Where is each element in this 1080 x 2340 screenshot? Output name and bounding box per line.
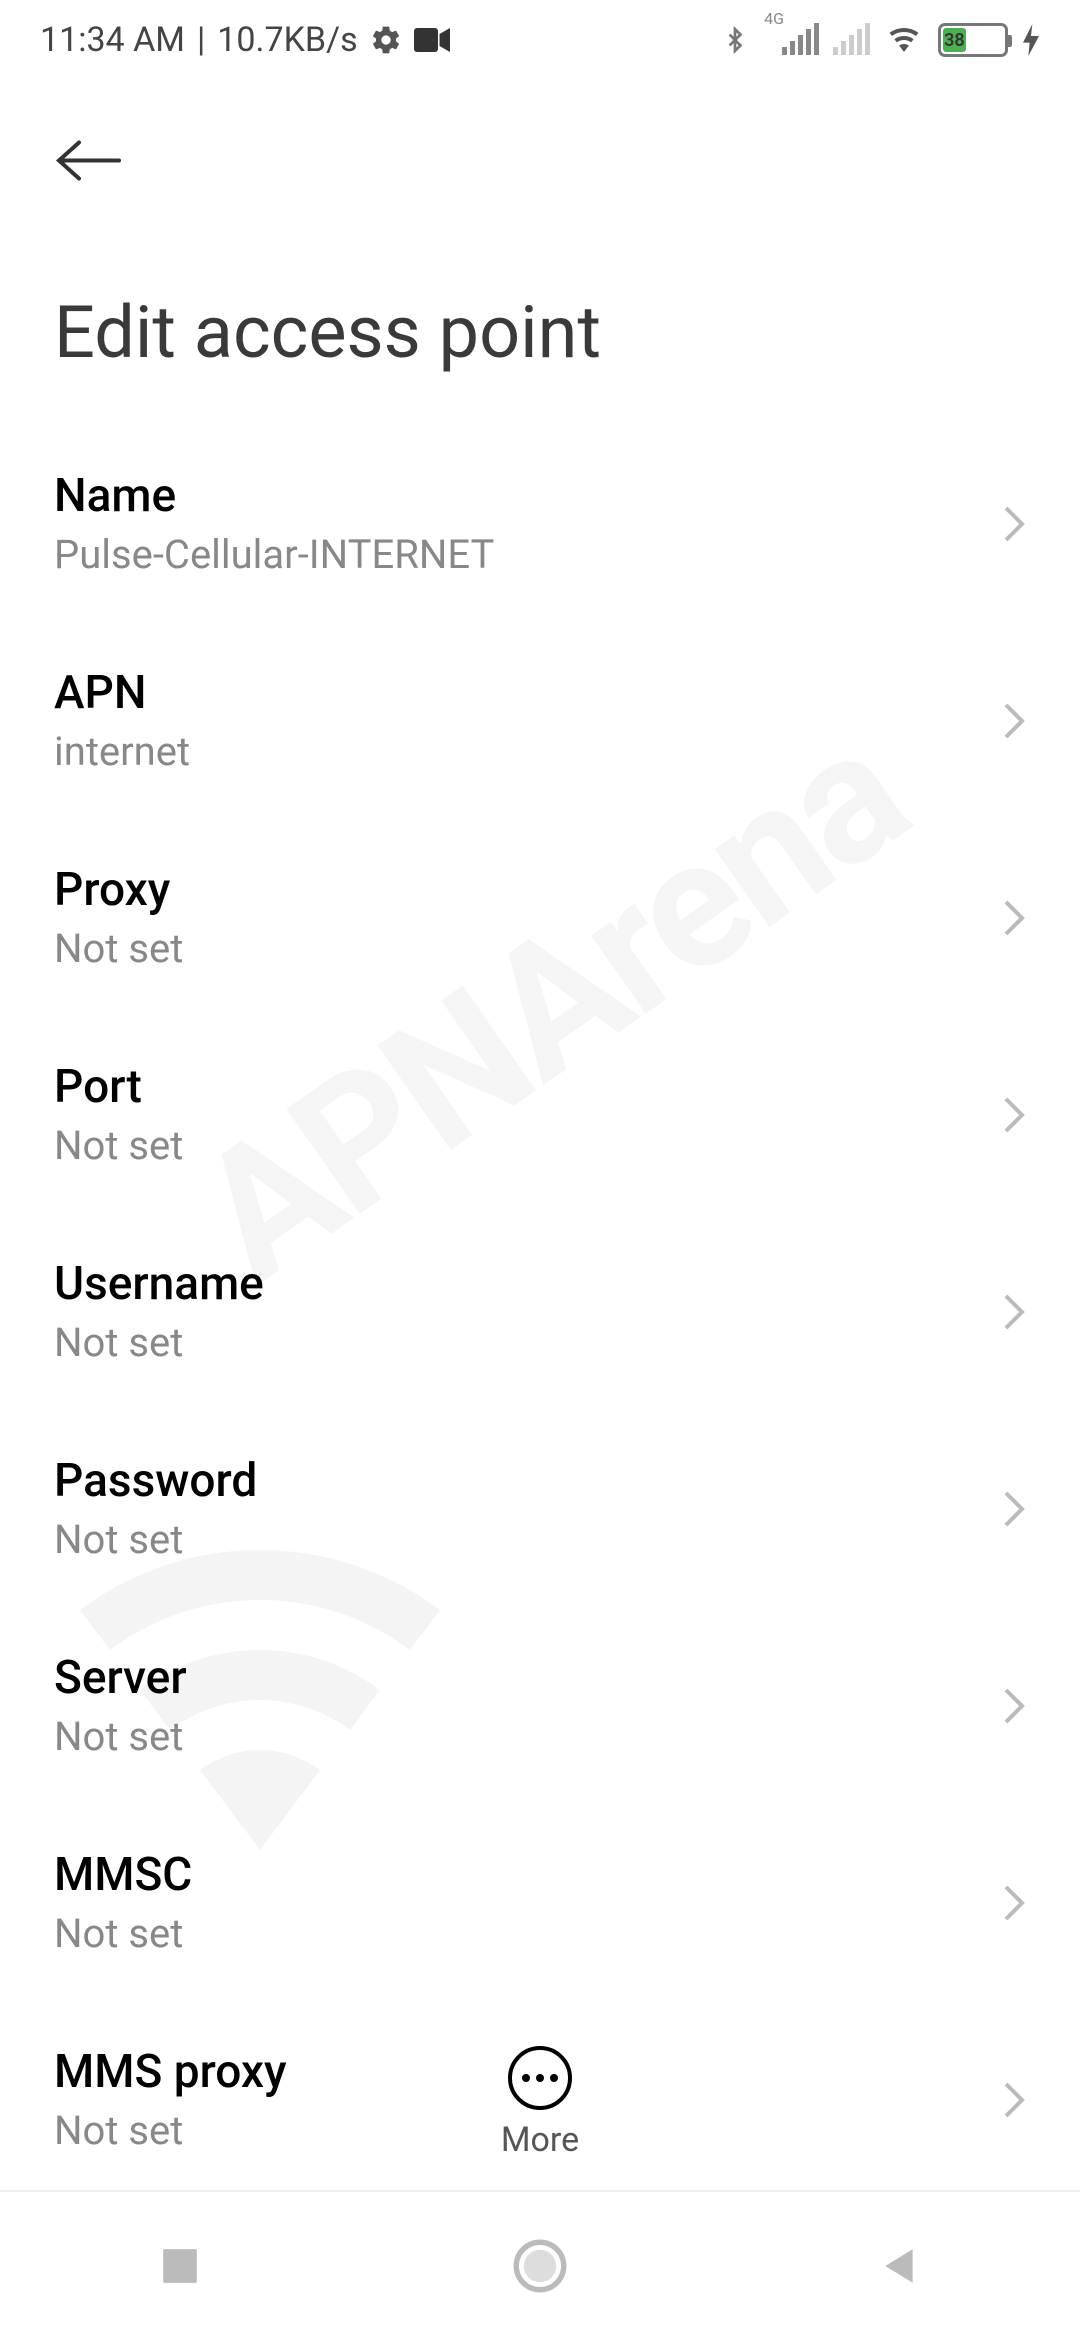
signal-strength-2-icon [833, 25, 870, 55]
chevron-right-icon [1002, 701, 1026, 741]
page-title: Edit access point [0, 290, 1080, 375]
setting-server[interactable]: Server Not set [0, 1607, 1080, 1804]
back-button[interactable] [54, 120, 134, 200]
chevron-right-icon [1002, 1883, 1026, 1923]
bluetooth-icon [722, 22, 748, 58]
android-nav-bar [0, 2190, 1080, 2340]
chevron-right-icon [1002, 1095, 1026, 1135]
setting-value: Not set [54, 1713, 187, 1760]
setting-label: Name [54, 469, 494, 523]
status-time: 11:34 AM [40, 20, 185, 60]
chevron-right-icon [1002, 1686, 1026, 1726]
setting-password[interactable]: Password Not set [0, 1410, 1080, 1607]
network-type-label: 4G [764, 9, 784, 28]
arrow-left-icon [54, 138, 124, 183]
nav-recent-button[interactable] [150, 2236, 210, 2296]
setting-port[interactable]: Port Not set [0, 1016, 1080, 1213]
signal-strength-icon [782, 25, 819, 55]
chevron-right-icon [1002, 504, 1026, 544]
nav-home-button[interactable] [510, 2236, 570, 2296]
battery-icon: 38 [938, 23, 1008, 57]
chevron-right-icon [1002, 1292, 1026, 1332]
nav-back-button[interactable] [870, 2236, 930, 2296]
chevron-right-icon [1002, 2080, 1026, 2120]
setting-value: Not set [54, 1319, 264, 1366]
setting-label: Username [54, 1257, 264, 1311]
setting-mmsc[interactable]: MMSC Not set [0, 1804, 1080, 2001]
setting-value: Not set [54, 1516, 257, 1563]
setting-proxy[interactable]: Proxy Not set [0, 819, 1080, 1016]
setting-label: Server [54, 1651, 187, 1705]
setting-label: MMS proxy [54, 2045, 287, 2099]
square-icon [159, 2245, 201, 2287]
setting-label: Port [54, 1060, 183, 1114]
status-speed: 10.7KB/s [217, 20, 357, 60]
setting-value: Not set [54, 2107, 287, 2154]
wifi-icon [884, 24, 924, 56]
settings-list: Name Pulse-Cellular-INTERNET APN interne… [0, 425, 1080, 2198]
battery-level: 38 [943, 28, 966, 52]
setting-label: APN [54, 666, 190, 720]
triangle-left-icon [879, 2245, 921, 2287]
gear-icon [370, 24, 402, 56]
status-bar: 11:34 AM | 10.7KB/s 4G [0, 0, 1080, 80]
setting-label: MMSC [54, 1848, 192, 1902]
setting-label: Password [54, 1454, 257, 1508]
setting-username[interactable]: Username Not set [0, 1213, 1080, 1410]
header [0, 80, 1080, 210]
chevron-right-icon [1002, 1489, 1026, 1529]
setting-value: Not set [54, 1122, 183, 1169]
setting-value: Not set [54, 1910, 192, 1957]
setting-label: Proxy [54, 863, 183, 917]
chevron-right-icon [1002, 898, 1026, 938]
camera-icon [414, 26, 450, 54]
circle-icon [513, 2239, 567, 2293]
setting-value: Pulse-Cellular-INTERNET [54, 531, 494, 578]
setting-mms-proxy[interactable]: MMS proxy Not set [0, 2001, 1080, 2198]
setting-apn[interactable]: APN internet [0, 622, 1080, 819]
setting-value: Not set [54, 925, 183, 972]
setting-value: internet [54, 728, 190, 775]
charging-icon [1022, 24, 1040, 56]
setting-name[interactable]: Name Pulse-Cellular-INTERNET [0, 425, 1080, 622]
